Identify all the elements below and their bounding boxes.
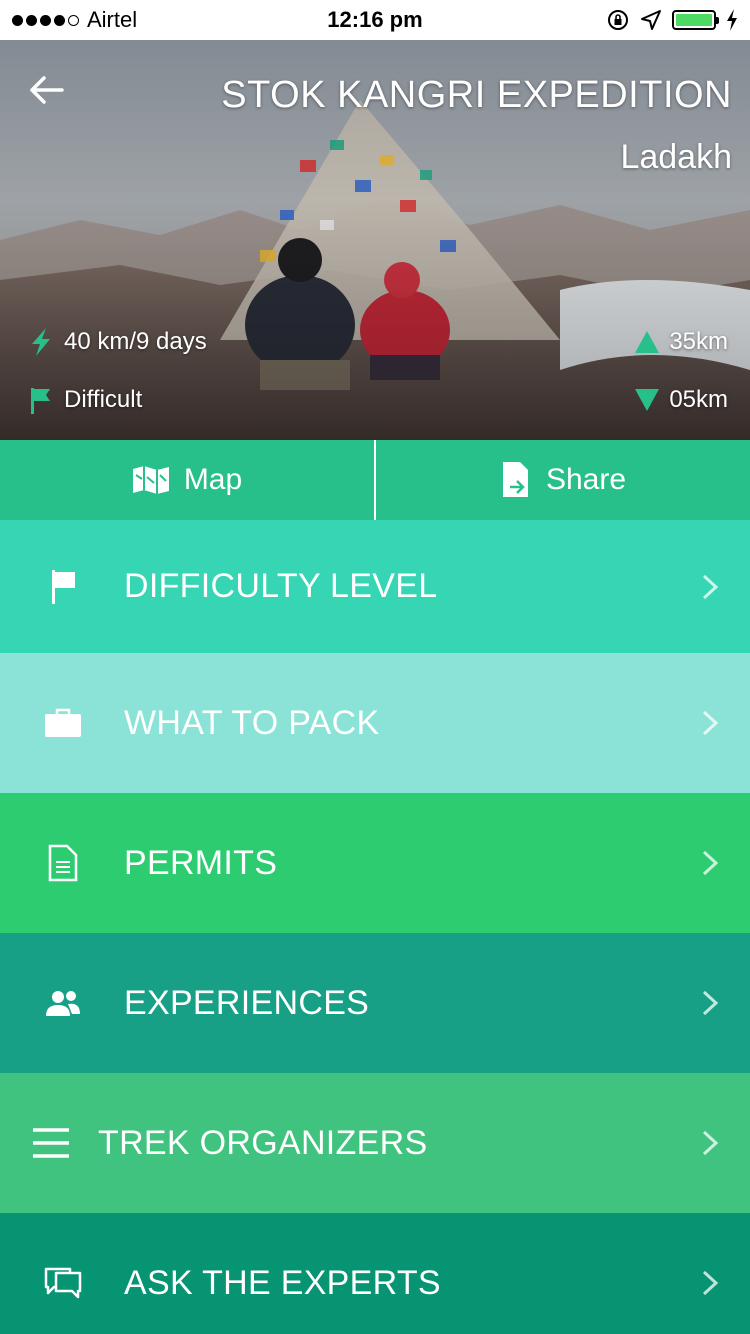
trek-title: STOK KANGRI EXPEDITION bbox=[221, 74, 732, 116]
status-bar: Airtel 12:16 pm bbox=[0, 0, 750, 40]
hero-banner: STOK KANGRI EXPEDITION Ladakh 40 km/9 da… bbox=[0, 40, 750, 440]
menu-item-label: EXPERIENCES bbox=[124, 983, 370, 1022]
menu-item-permits[interactable]: PERMITS bbox=[0, 793, 750, 933]
people-icon bbox=[42, 982, 84, 1024]
menu-item-trek-organizers[interactable]: TREK ORGANIZERS bbox=[0, 1073, 750, 1213]
map-button[interactable]: Map bbox=[0, 440, 374, 520]
menu-item-experiences[interactable]: EXPERIENCES bbox=[0, 933, 750, 1073]
ascent-stat: 35km bbox=[635, 328, 728, 356]
triangle-down-icon bbox=[635, 389, 660, 411]
menu-item-label: TREK ORGANIZERS bbox=[98, 1123, 428, 1162]
chevron-right-icon bbox=[702, 850, 719, 876]
charging-icon bbox=[727, 9, 737, 31]
share-button[interactable]: Share bbox=[376, 440, 750, 520]
triangle-up-icon bbox=[635, 331, 660, 353]
difficulty-value: Difficult bbox=[64, 386, 143, 413]
menu-item-label: PERMITS bbox=[124, 843, 278, 882]
back-arrow-icon[interactable] bbox=[26, 70, 66, 110]
chevron-right-icon bbox=[702, 710, 719, 736]
menu-icon bbox=[30, 1122, 72, 1164]
menu-item-label: ASK THE EXPERTS bbox=[124, 1263, 441, 1302]
signal-strength-icon bbox=[12, 14, 79, 26]
menu-item-what-to-pack[interactable]: WHAT TO PACK bbox=[0, 653, 750, 793]
trek-region: Ladakh bbox=[620, 138, 732, 176]
distance-stat: 40 km/9 days bbox=[28, 328, 207, 356]
share-label: Share bbox=[545, 463, 627, 496]
ascent-value: 35km bbox=[669, 328, 728, 355]
descent-stat: 05km bbox=[635, 386, 728, 414]
distance-duration-value: 40 km/9 days bbox=[64, 328, 207, 355]
difficulty-stat: Difficult bbox=[28, 386, 142, 414]
menu-item-ask-the-experts[interactable]: ASK THE EXPERTS bbox=[0, 1213, 750, 1334]
menu-item-label: WHAT TO PACK bbox=[124, 703, 380, 742]
map-label: Map bbox=[183, 463, 243, 496]
battery-level bbox=[676, 14, 712, 26]
chat-icon bbox=[42, 1262, 84, 1304]
share-icon bbox=[502, 462, 528, 497]
carrier-label: Airtel bbox=[87, 7, 138, 32]
lightning-icon bbox=[32, 328, 50, 356]
flag-icon bbox=[31, 388, 50, 414]
trek-menu: DIFFICULTY LEVEL WHAT TO PACK PERMITS EX… bbox=[0, 520, 750, 1334]
chevron-right-icon bbox=[702, 574, 719, 599]
briefcase-icon bbox=[42, 702, 84, 744]
status-left: Airtel bbox=[12, 7, 137, 33]
descent-value: 05km bbox=[669, 386, 728, 413]
map-icon bbox=[132, 466, 169, 494]
battery-icon bbox=[672, 10, 719, 30]
rotation-lock-icon bbox=[608, 10, 628, 30]
menu-item-difficulty-level[interactable]: DIFFICULTY LEVEL bbox=[0, 520, 750, 653]
menu-item-label: DIFFICULTY LEVEL bbox=[124, 567, 438, 605]
location-icon bbox=[641, 10, 661, 30]
document-icon bbox=[42, 842, 84, 884]
chevron-right-icon bbox=[702, 1270, 719, 1296]
flag-icon bbox=[42, 566, 84, 608]
action-bar: Map Share bbox=[0, 440, 750, 520]
status-right bbox=[606, 8, 738, 32]
chevron-right-icon bbox=[702, 990, 719, 1016]
chevron-right-icon bbox=[702, 1130, 719, 1156]
